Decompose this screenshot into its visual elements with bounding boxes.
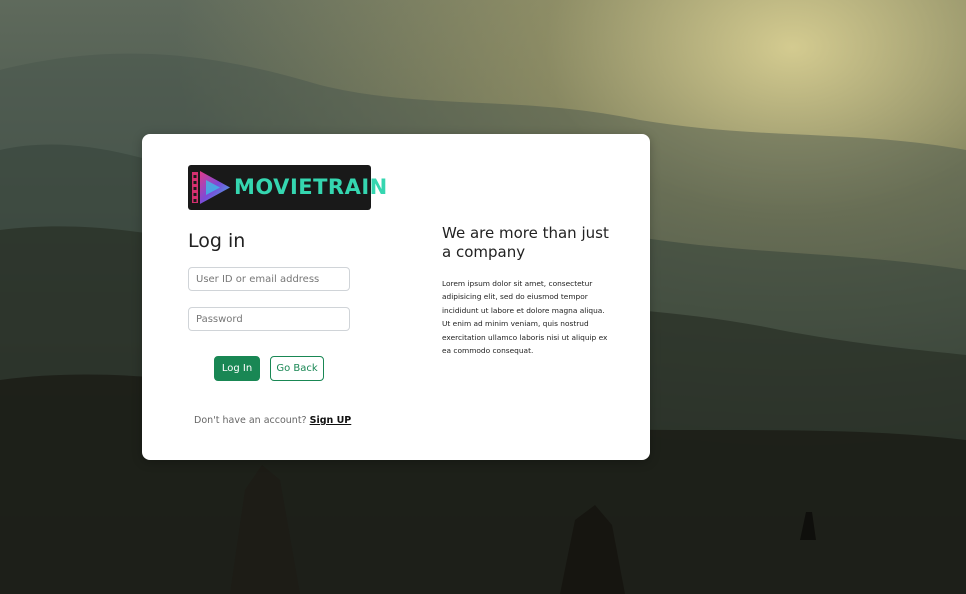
login-button[interactable]: Log In xyxy=(214,356,260,381)
signup-link[interactable]: Sign UP xyxy=(310,415,352,426)
login-card: MOVIETRAIN Log in Log In Go Back Don't h… xyxy=(142,134,650,460)
login-heading: Log in xyxy=(188,230,246,252)
go-back-button[interactable]: Go Back xyxy=(270,356,324,381)
password-input[interactable] xyxy=(188,307,350,331)
no-account-text: Don't have an account? xyxy=(194,415,307,426)
info-paragraph: Lorem ipsum dolor sit amet, consectetur … xyxy=(442,279,608,356)
info-heading: We are more than just a company xyxy=(442,224,609,261)
user-id-input[interactable] xyxy=(188,267,350,291)
signup-prompt: Don't have an account? Sign UP xyxy=(194,415,351,426)
brand-name: MOVIETRAIN xyxy=(234,175,388,199)
play-film-icon xyxy=(192,171,230,204)
brand-logo[interactable]: MOVIETRAIN xyxy=(188,165,387,210)
